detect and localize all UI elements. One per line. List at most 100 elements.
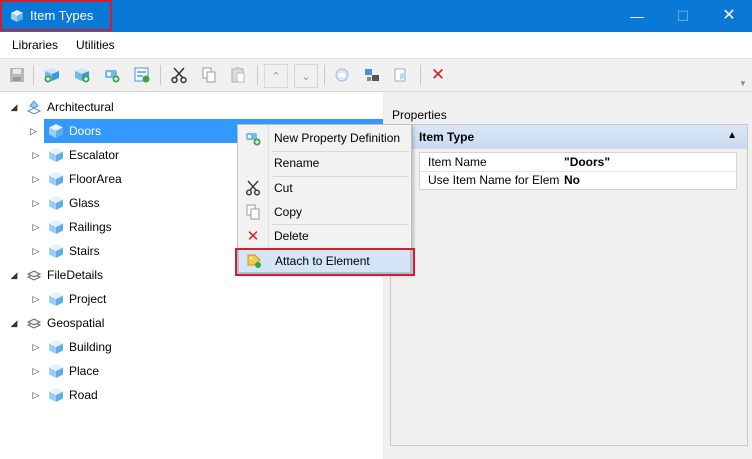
cube-icon (49, 388, 63, 402)
collapse-arrow-icon[interactable]: ◢ (8, 270, 20, 281)
tree-node-label: Railings (69, 220, 112, 234)
delete-icon[interactable]: ✕ (427, 64, 449, 86)
property-name: Item Name (428, 155, 487, 169)
menu-item-copy[interactable]: Copy (238, 200, 411, 224)
menu-bar: Libraries Utilities (0, 32, 752, 58)
properties-label: Properties (392, 108, 447, 122)
tree-node-label: Stairs (69, 244, 100, 258)
section-title: Item Type (419, 130, 475, 144)
library-icon (26, 270, 42, 281)
tree-item-place[interactable]: ▷ Place (30, 359, 99, 383)
expand-arrow-icon[interactable]: ▷ (30, 246, 42, 257)
tree-item-stairs[interactable]: ▷ Stairs (30, 239, 100, 263)
expand-arrow-icon[interactable]: ▷ (30, 390, 42, 401)
library-icon (26, 318, 42, 329)
expand-arrow-icon[interactable]: ▷ (30, 342, 42, 353)
import-icon[interactable] (131, 64, 153, 86)
tree-item-railings[interactable]: ▷ Railings (30, 215, 112, 239)
property-value[interactable]: No (560, 173, 580, 187)
cut-icon[interactable] (168, 64, 190, 86)
menu-item-label: Rename (274, 156, 320, 170)
property-row-item-name[interactable]: Item Name "Doors" (420, 153, 736, 172)
new-item-type-icon[interactable] (71, 64, 93, 86)
menu-item-label: Cut (274, 181, 293, 195)
detach-icon[interactable] (361, 64, 383, 86)
new-property-icon (245, 130, 261, 146)
cube-icon (49, 364, 63, 378)
tree-item-road[interactable]: ▷ Road (30, 383, 98, 407)
properties-panel: Item Type ▲ Item Name "Doors" Use Item N… (390, 124, 748, 446)
tree-node-label: Doors (69, 124, 102, 138)
tree-library-filedetails[interactable]: ◢ FileDetails (8, 263, 103, 287)
new-library-icon[interactable] (41, 64, 63, 86)
tree-node-label: Project (69, 292, 107, 306)
tree-node-label: FileDetails (47, 268, 104, 282)
library-icon (26, 100, 42, 115)
tree-item-floorarea[interactable]: ▷ FloorArea (30, 167, 122, 191)
tree-node-label: Geospatial (47, 316, 105, 330)
expand-arrow-icon[interactable]: ▷ (30, 198, 42, 209)
cube-icon (49, 196, 63, 210)
cube-icon (49, 148, 63, 162)
new-property-icon[interactable] (101, 64, 123, 86)
paste-icon[interactable] (227, 64, 249, 86)
toolbar-separator (33, 65, 34, 85)
cube-icon (49, 292, 63, 306)
property-row-use-item-name[interactable]: Use Item Name for Element No (420, 171, 736, 189)
maximize-button[interactable]: ☐ (660, 0, 706, 32)
tree-node-label: FloorArea (69, 172, 122, 186)
menu-libraries[interactable]: Libraries (12, 38, 58, 52)
menu-item-label: Delete (274, 229, 309, 243)
property-grid: Item Name "Doors" Use Item Name for Elem… (419, 152, 737, 190)
tree-item-building[interactable]: ▷ Building (30, 335, 112, 359)
expand-arrow-icon[interactable]: ▷ (30, 174, 42, 185)
cube-icon (49, 220, 63, 234)
property-value[interactable]: "Doors" (560, 155, 610, 169)
tree-item-glass[interactable]: ▷ Glass (30, 191, 100, 215)
move-up-icon[interactable]: ⌃ (264, 64, 288, 88)
copy-item-icon[interactable] (390, 64, 412, 86)
title-highlight-box (0, 0, 112, 31)
save-icon[interactable] (6, 64, 28, 86)
expand-arrow-icon[interactable]: ▷ (30, 222, 42, 233)
toolbar-overflow-icon[interactable]: ▼ (739, 79, 747, 88)
cube-icon (49, 172, 63, 186)
menu-utilities[interactable]: Utilities (76, 38, 115, 52)
toolbar-separator (160, 65, 161, 85)
menu-item-delete[interactable]: ✕ Delete (238, 224, 411, 248)
tree-library-geospatial[interactable]: ◢ Geospatial (8, 311, 105, 335)
expand-arrow-icon[interactable]: ▷ (30, 150, 42, 161)
tree-node-label: Building (69, 340, 112, 354)
copy-icon (245, 204, 261, 220)
collapse-arrow-icon[interactable]: ◢ (8, 318, 20, 329)
menu-item-label: Copy (274, 205, 303, 219)
menu-item-rename[interactable]: Rename (238, 151, 411, 175)
toolbar: ⌃ ⌄ ✕ ▼ (0, 58, 752, 92)
toolbar-separator (257, 65, 258, 85)
properties-pane: Properties Item Type ▲ Item Name "Doors"… (386, 92, 752, 459)
minimize-button[interactable]: — (614, 0, 660, 32)
cube-icon (49, 124, 63, 138)
close-button[interactable]: ✕ (706, 0, 752, 32)
tree-node-label: Escalator (69, 148, 120, 162)
toolbar-separator (324, 65, 325, 85)
tree-node-label: Glass (69, 196, 100, 210)
menu-item-cut[interactable]: Cut (238, 176, 411, 200)
cube-icon (49, 340, 63, 354)
collapse-section-icon[interactable]: ▲ (727, 130, 737, 141)
tree-item-project[interactable]: ▷ Project (30, 287, 106, 311)
item-type-section-header[interactable]: Item Type ▲ (391, 125, 747, 149)
tree-item-escalator[interactable]: ▷ Escalator (30, 143, 119, 167)
tree-node-label: Road (69, 388, 98, 402)
menu-item-new-property-definition[interactable]: New Property Definition (238, 126, 411, 150)
tree-library-architectural[interactable]: ◢ Architectural (8, 95, 114, 119)
expand-arrow-icon[interactable]: ▷ (30, 126, 37, 137)
expand-arrow-icon[interactable]: ▷ (30, 294, 42, 305)
collapse-arrow-icon[interactable]: ◢ (8, 102, 20, 113)
attach-icon[interactable] (331, 64, 353, 86)
copy-icon[interactable] (198, 64, 220, 86)
expand-arrow-icon[interactable]: ▷ (30, 366, 42, 377)
move-down-icon[interactable]: ⌄ (294, 64, 318, 88)
delete-icon: ✕ (246, 228, 260, 245)
tree-node-label: Architectural (47, 100, 114, 114)
